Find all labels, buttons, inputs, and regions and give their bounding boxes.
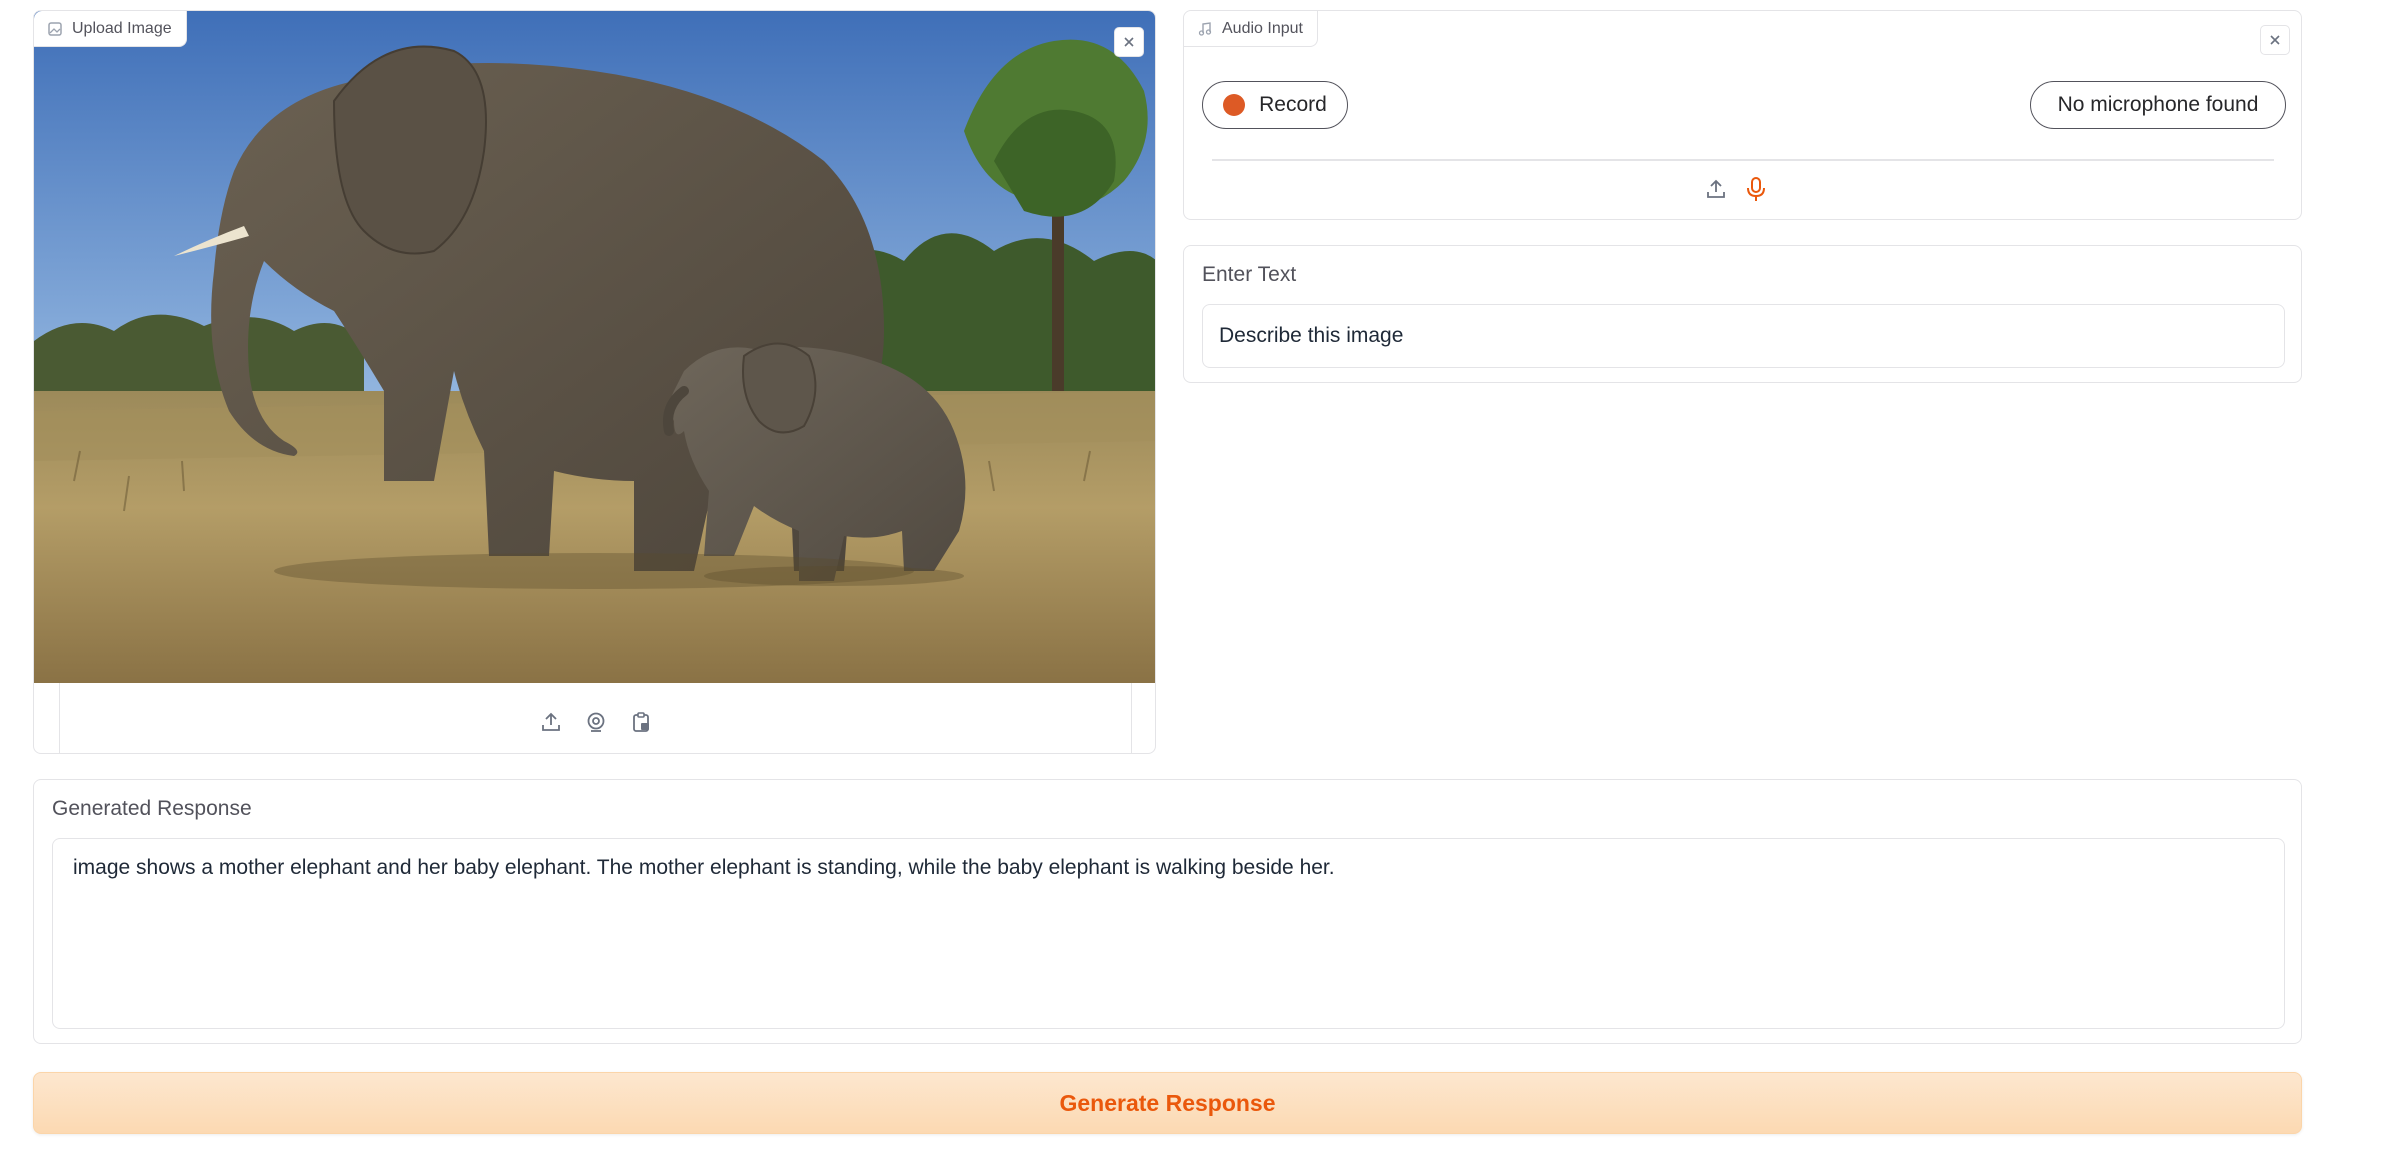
generate-response-button[interactable]: Generate Response [33, 1072, 2302, 1134]
upload-icon [540, 711, 562, 733]
response-panel: Generated Response image shows a mother … [33, 779, 2302, 1044]
audio-input-panel: Audio Input Record No microphone found [1183, 10, 2302, 220]
image-upload-panel: Upload Image [33, 10, 1156, 754]
clipboard-icon [630, 711, 652, 733]
generate-response-label: Generate Response [1059, 1089, 1276, 1116]
upload-icon [1705, 178, 1727, 200]
close-icon [1123, 36, 1135, 48]
text-input-panel: Enter Text [1183, 245, 2302, 383]
text-input-field[interactable] [1202, 304, 2285, 368]
uploaded-image [34, 11, 1155, 683]
image-clear-button[interactable] [1114, 27, 1144, 57]
response-text: image shows a mother elephant and her ba… [73, 856, 1335, 879]
image-paste-button[interactable] [627, 708, 655, 736]
image-panel-label: Upload Image [72, 19, 172, 37]
audio-upload-button[interactable] [1702, 175, 1730, 203]
response-label: Generated Response [52, 797, 252, 820]
webcam-icon [585, 711, 607, 733]
text-input-label: Enter Text [1202, 263, 1297, 286]
audio-panel-tag: Audio Input [1184, 11, 1318, 47]
record-button[interactable]: Record [1202, 81, 1348, 129]
audio-clear-button[interactable] [2260, 25, 2290, 55]
audio-microphone-button[interactable] [1742, 175, 1770, 203]
image-upload-button[interactable] [537, 708, 565, 736]
image-panel-tag: Upload Image [34, 11, 187, 47]
record-label: Record [1259, 93, 1327, 116]
microphone-select[interactable]: No microphone found [2030, 81, 2286, 129]
microphone-status: No microphone found [2057, 93, 2259, 116]
record-dot-icon [1223, 94, 1246, 116]
image-icon [48, 21, 62, 36]
audio-panel-label: Audio Input [1222, 19, 1303, 37]
close-icon [2269, 34, 2281, 46]
microphone-icon [1744, 176, 1768, 202]
image-webcam-button[interactable] [582, 708, 610, 736]
music-note-icon [1198, 21, 1212, 36]
audio-divider [1212, 159, 2274, 161]
response-textarea[interactable]: image shows a mother elephant and her ba… [52, 838, 2285, 1029]
